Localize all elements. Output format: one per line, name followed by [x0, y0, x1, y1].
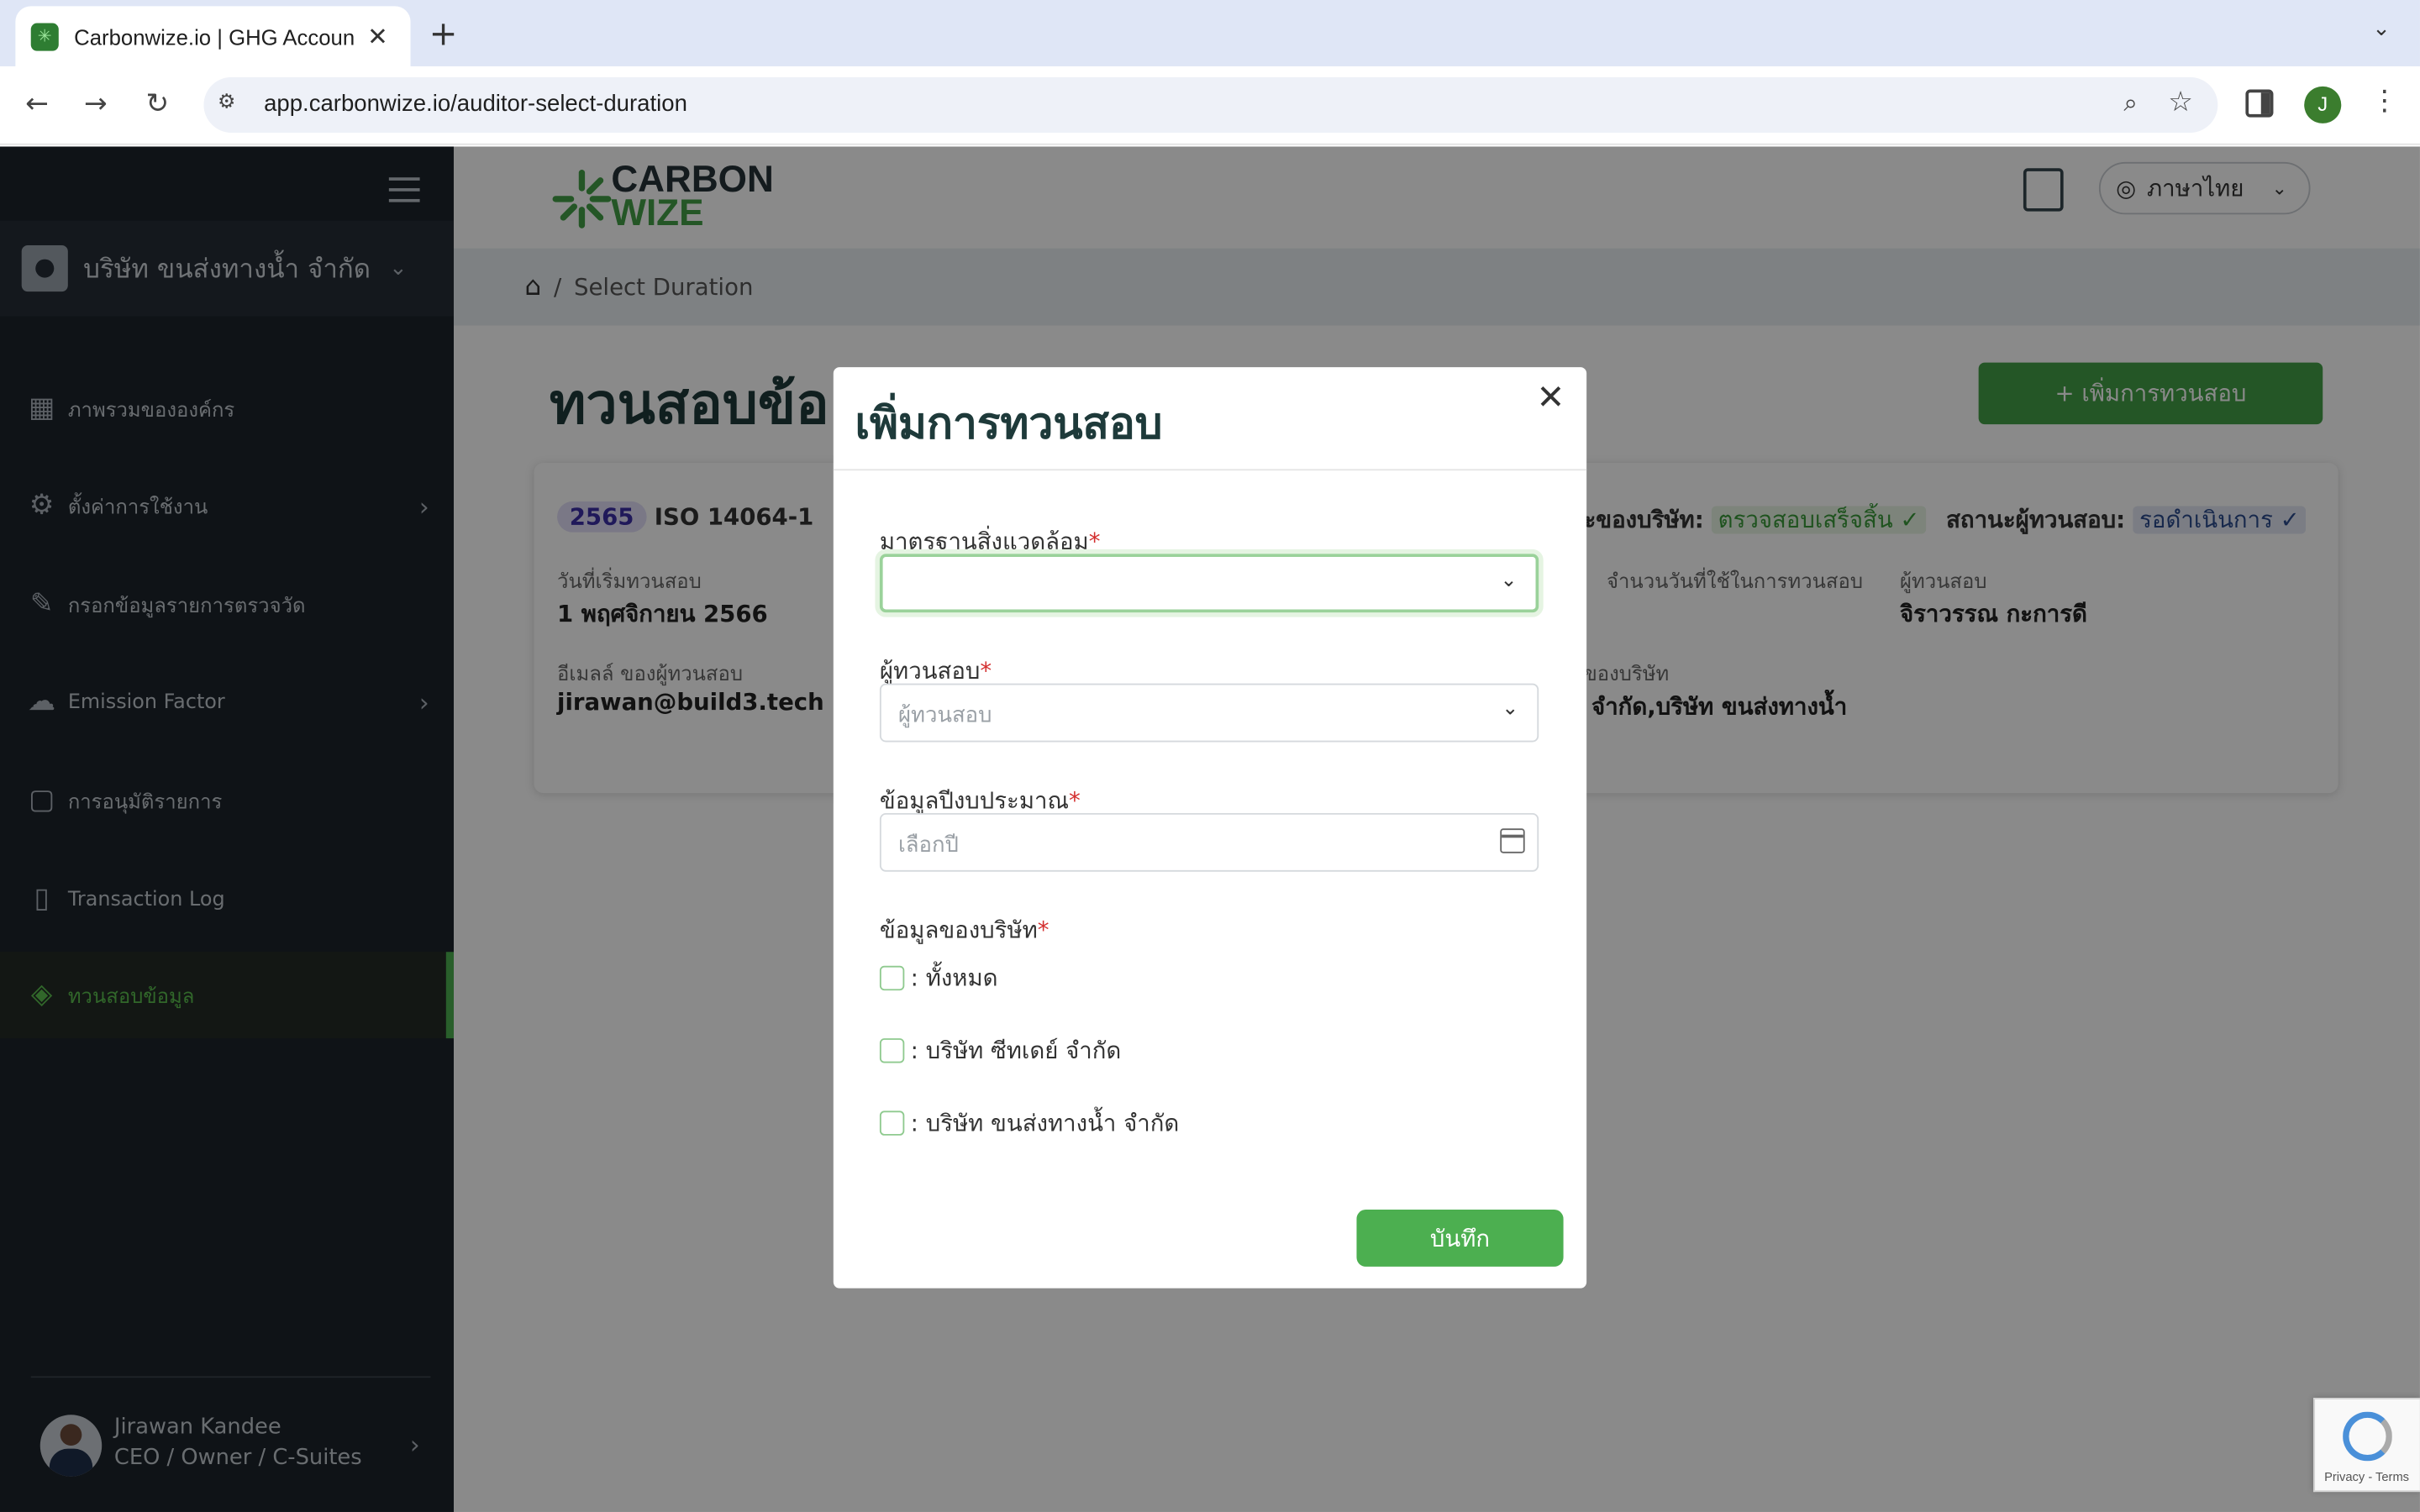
add-audit-modal: เพิ่มการทวนสอบ ✕ มาตรฐานสิ่งแวดล้อม* ⌄ ผ…: [833, 367, 1587, 1289]
browser-tab[interactable]: ✳ Carbonwize.io | GHG Accoun ✕: [15, 6, 411, 66]
recaptcha-text[interactable]: Privacy - Terms: [2324, 1470, 2409, 1484]
company-option-all[interactable]: : ทั้งหมด: [879, 959, 998, 996]
close-icon[interactable]: ✕: [1537, 380, 1565, 418]
standard-label-text: มาตรฐานสิ่งแวดล้อม: [879, 528, 1089, 556]
checkbox-label: : ทั้งหมด: [910, 963, 998, 992]
checkbox-label: : บริษัท ขนส่งทางน้ำ จำกัด: [910, 1109, 1180, 1137]
recaptcha-badge[interactable]: Privacy - Terms: [2313, 1398, 2420, 1493]
side-panel-icon[interactable]: [2245, 89, 2274, 118]
new-tab-icon[interactable]: +: [429, 15, 458, 54]
recaptcha-icon: [2343, 1411, 2392, 1462]
tab-title: Carbonwize.io | GHG Accoun: [74, 24, 355, 49]
company-label-text: ข้อมูลของบริษัท: [879, 916, 1038, 945]
auditor-placeholder: ผู้ทวนสอบ: [897, 703, 992, 728]
budget-year-picker[interactable]: เลือกปี: [879, 812, 1539, 872]
zoom-icon[interactable]: ⌕: [2123, 88, 2137, 119]
company-option-1[interactable]: : บริษัท ซีทเดย์ จำกัด: [879, 1032, 1122, 1069]
checkbox[interactable]: [879, 965, 905, 991]
site-info-icon[interactable]: ⚙: [218, 91, 245, 118]
chevron-down-icon: ⌄: [1502, 697, 1519, 721]
budget-placeholder: เลือกปี: [897, 832, 959, 858]
company-label: ข้อมูลของบริษัท*: [879, 916, 1050, 945]
checkbox[interactable]: [879, 1038, 905, 1063]
profile-avatar[interactable]: J: [2304, 86, 2342, 123]
browser-menu-icon[interactable]: ⋮: [2370, 85, 2398, 118]
checkbox-label: : บริษัท ซีทเดย์ จำกัด: [910, 1037, 1122, 1065]
tab-search-icon[interactable]: ⌄: [2365, 17, 2398, 50]
bookmark-star-icon[interactable]: ☆: [2168, 87, 2193, 119]
address-bar[interactable]: ⚙ app.carbonwize.io/auditor-select-durat…: [203, 76, 2218, 133]
company-option-2[interactable]: : บริษัท ขนส่งทางน้ำ จำกัด: [879, 1105, 1180, 1142]
calendar-icon: [1500, 828, 1525, 853]
tab-close-icon[interactable]: ✕: [367, 22, 388, 51]
browser-tabbar: ✳ Carbonwize.io | GHG Accoun ✕ + ⌄: [0, 0, 2420, 66]
auditor-label-text: ผู้ทวนสอบ: [879, 657, 981, 685]
checkbox[interactable]: [879, 1110, 905, 1136]
favicon-icon: ✳: [30, 22, 59, 50]
reload-icon[interactable]: ↻: [139, 87, 176, 123]
modal-title: เพิ่มการทวนสอบ: [855, 397, 1163, 449]
budget-label-text: ข้อมูลปีงบประมาณ: [879, 786, 1070, 815]
modal-divider: [833, 469, 1587, 471]
standard-select[interactable]: ⌄: [879, 554, 1539, 613]
forward-icon[interactable]: →: [77, 87, 114, 123]
chevron-down-icon: ⌄: [1500, 569, 1518, 593]
browser-toolbar: ← → ↻ ⚙ app.carbonwize.io/auditor-select…: [0, 66, 2420, 145]
url-text[interactable]: app.carbonwize.io/auditor-select-duratio…: [264, 91, 687, 117]
back-icon[interactable]: ←: [18, 87, 55, 123]
save-button[interactable]: บันทึก: [1356, 1209, 1564, 1267]
auditor-select[interactable]: ผู้ทวนสอบ ⌄: [879, 683, 1539, 743]
